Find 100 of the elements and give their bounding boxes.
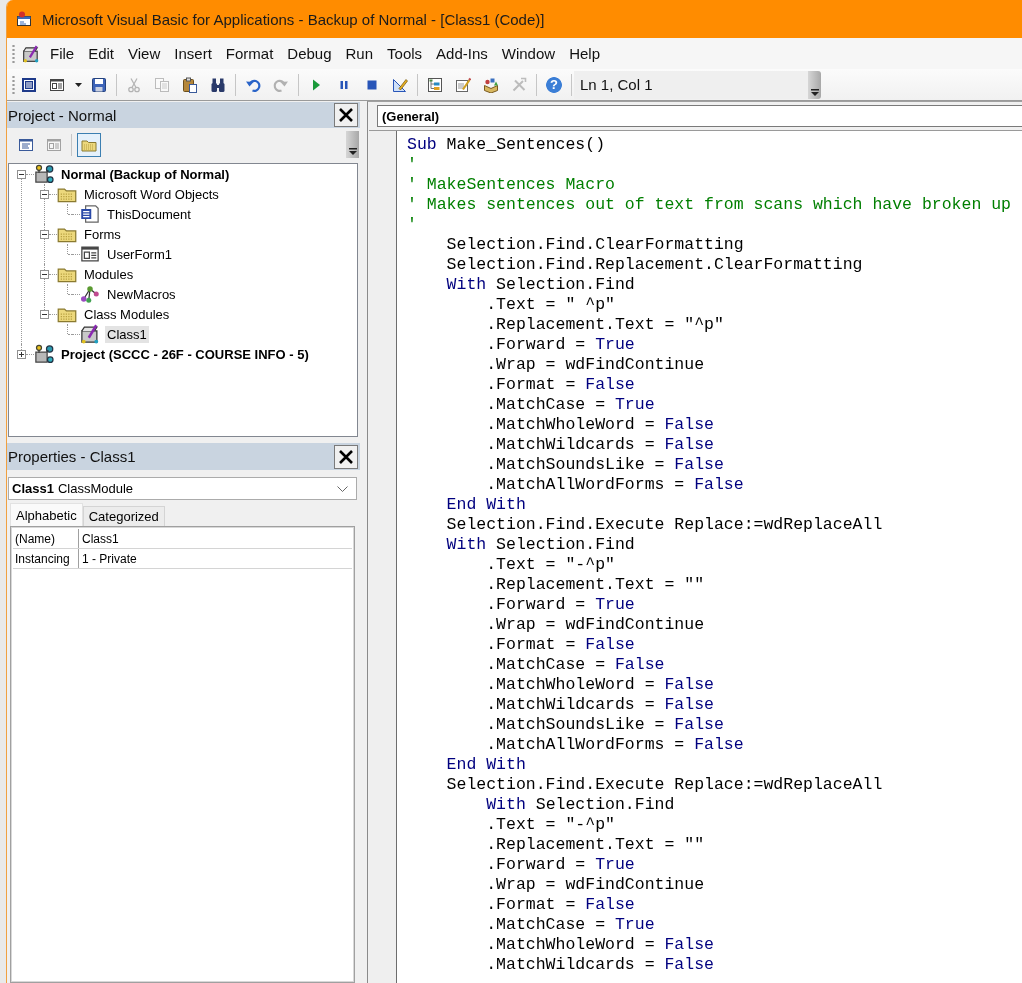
menu-item[interactable]: Add-Ins	[429, 42, 495, 65]
minus-box-icon[interactable]	[40, 269, 49, 279]
panel-title: Project - Normal	[8, 106, 117, 124]
minus-box-icon[interactable]	[40, 189, 49, 199]
property-value[interactable]: 1 - Private	[79, 549, 137, 568]
code-line: .Text = "-^p"	[485, 815, 615, 835]
grip-handle[interactable]	[12, 43, 15, 64]
code-line: .MatchWholeWord = False	[485, 415, 714, 435]
grip-handle[interactable]	[12, 74, 15, 95]
code-line: .Format = False	[485, 635, 635, 655]
plus-box-icon[interactable]	[17, 349, 26, 359]
panel-title: Properties - Class1	[8, 448, 136, 465]
connected-nodes-icon	[80, 284, 100, 304]
object-dropdown[interactable]: (General)	[377, 105, 1022, 127]
app-tile-icon	[21, 76, 37, 93]
minus-box-icon[interactable]	[40, 309, 49, 319]
box-pen-icon	[80, 324, 100, 344]
code-line: .MatchWildcards = False	[485, 695, 714, 715]
code-line: Sub Make_Sentences()	[407, 135, 606, 155]
code-line: .Text = " ^p"	[485, 295, 615, 315]
tree-item[interactable]: Forms	[82, 225, 123, 243]
tree-item[interactable]: ThisDocument	[105, 205, 193, 223]
code-line: .MatchSoundsLike = False	[485, 455, 724, 475]
tree-item[interactable]: Normal (Backup of Normal)	[59, 165, 232, 183]
code-line: End With	[445, 495, 526, 515]
code-line: '	[407, 155, 417, 175]
binoculars-icon	[210, 76, 226, 93]
code-line: .MatchCase = True	[485, 915, 655, 935]
code-line: .Format = False	[485, 895, 635, 915]
minus-box-icon[interactable]	[17, 169, 26, 179]
code-line: .MatchWildcards = False	[485, 435, 714, 455]
code-line: .Wrap = wdFindContinue	[485, 355, 705, 375]
caret-icon	[810, 88, 819, 96]
code-line: .MatchSoundsLike = False	[485, 715, 724, 735]
code-line: .Forward = True	[485, 595, 635, 615]
cursor-position-display: Ln 1, Col 1	[574, 70, 808, 99]
code-line: With Selection.Find	[485, 795, 675, 815]
tree-item[interactable]: Class1	[105, 325, 149, 343]
close-button[interactable]	[334, 103, 358, 127]
form-window-icon	[49, 76, 65, 93]
property-value[interactable]: Class1	[79, 529, 119, 548]
tree-item[interactable]: NewMacros	[105, 285, 178, 303]
card-pencil-icon	[455, 76, 471, 93]
machine-icon	[34, 344, 54, 364]
property-name: (Name)	[13, 529, 79, 548]
app-window-icon	[16, 11, 32, 27]
close-icon	[338, 107, 354, 123]
toolbar-options-button[interactable]	[346, 131, 359, 158]
code-editor[interactable]	[369, 130, 1022, 983]
form-window-icon	[80, 244, 100, 264]
document-icon	[80, 204, 100, 224]
code-line: .Forward = True	[485, 335, 635, 355]
shapes-box-icon	[483, 76, 499, 93]
code-line: .MatchCase = True	[485, 395, 655, 415]
code-line: End With	[445, 755, 526, 775]
code-line: .Replacement.Text = ""	[485, 575, 705, 595]
tree-window-icon	[427, 76, 443, 93]
minus-box-icon[interactable]	[40, 229, 49, 239]
tab[interactable]: Alphabetic	[10, 503, 83, 526]
code-line: Selection.Find.Execute Replace:=wdReplaceAll	[445, 515, 883, 535]
tree-item[interactable]: Class Modules	[82, 305, 172, 323]
wrench-hammer-icon	[511, 76, 527, 93]
menu-item[interactable]: View	[121, 42, 168, 65]
tree-item[interactable]: Modules	[82, 265, 136, 283]
menu-item[interactable]: File	[43, 42, 82, 65]
menu-item[interactable]: Insert	[167, 42, 219, 65]
toolbar-options-button[interactable]	[808, 70, 821, 99]
object-dropdown[interactable]: Class1 ClassModule	[8, 477, 357, 500]
code-line: .Replacement.Text = "^p"	[485, 315, 724, 335]
menu-item[interactable]: Window	[494, 42, 563, 65]
menu-item[interactable]: Tools	[380, 42, 430, 65]
menu-item[interactable]: Debug	[280, 42, 339, 65]
code-line: ' MakeSentences Macro	[407, 175, 615, 195]
tab[interactable]: Categorized	[82, 506, 165, 526]
tree-item[interactable]: UserForm1	[105, 245, 174, 263]
clipboard-icon	[182, 76, 198, 93]
window-title: Microsoft Visual Basic for Applications - Backup of Normal - [Class1 (Code)]	[42, 10, 545, 28]
menu-item[interactable]: Format	[218, 42, 281, 65]
code-line: .Replacement.Text = ""	[485, 835, 705, 855]
code-line: With Selection.Find	[445, 275, 635, 295]
code-line: .MatchWholeWord = False	[485, 935, 714, 955]
close-button[interactable]	[334, 444, 358, 469]
code-line: Selection.Find.Execute Replace:=wdReplaceAll	[445, 775, 883, 795]
menu-item[interactable]: Run	[338, 42, 381, 65]
caret-icon	[74, 82, 82, 87]
menu-item[interactable]: Help	[562, 42, 607, 65]
tree-item[interactable]: Project (SCCC - 26F - COURSE INFO - 5)	[59, 345, 311, 363]
code-line: .MatchWholeWord = False	[485, 675, 714, 695]
code-line: .Text = "-^p"	[485, 555, 615, 575]
code-line: .MatchAllWordForms = False	[485, 735, 744, 755]
code-line: .MatchCase = False	[485, 655, 665, 675]
form-window-icon	[46, 136, 62, 153]
tree-item[interactable]: Microsoft Word Objects	[82, 185, 221, 203]
code-line: .Forward = True	[485, 855, 635, 875]
menu-item[interactable]: Edit	[81, 42, 122, 65]
code-line: .MatchWildcards = False	[485, 955, 714, 975]
scissors-icon	[126, 76, 142, 93]
code-line: .MatchAllWordForms = False	[485, 475, 744, 495]
code-line: With Selection.Find	[445, 535, 635, 555]
toggle-folders-button[interactable]	[77, 132, 101, 157]
